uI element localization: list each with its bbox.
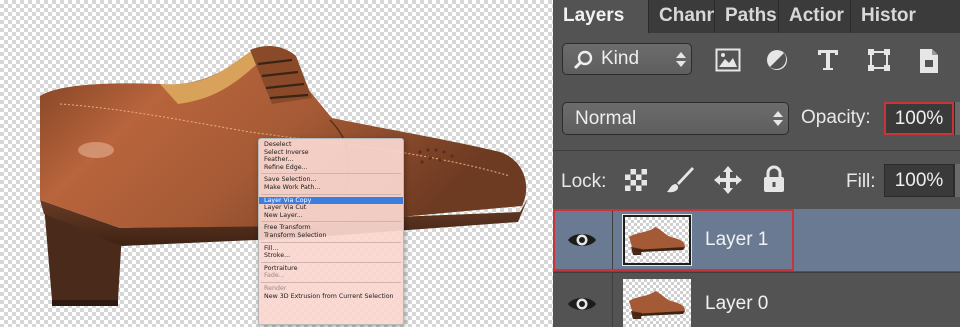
lock-all-icon[interactable]	[763, 165, 785, 193]
shoe-thumbnail-image	[629, 227, 685, 255]
menu-item-fill[interactable]: Fill...	[259, 245, 403, 253]
menu-item-new-layer[interactable]: New Layer...	[259, 212, 403, 220]
layer-thumbnail[interactable]	[623, 215, 691, 265]
opacity-field[interactable]: 100%	[884, 102, 954, 135]
menu-item-layer-via-copy[interactable]: Layer Via Copy	[259, 196, 403, 205]
tab-layers[interactable]: Layers	[553, 0, 648, 33]
menu-separator	[261, 173, 401, 175]
menu-item-free-transform[interactable]: Free Transform	[259, 224, 403, 232]
filter-kind-select[interactable]: Kind	[562, 43, 692, 75]
eye-icon	[568, 298, 596, 310]
menu-separator	[261, 261, 401, 263]
lock-transparency-icon[interactable]	[625, 169, 647, 191]
blend-row: Normal Opacity: 100%	[553, 98, 960, 142]
menu-item-fade: Fade...	[264, 272, 285, 280]
layer-thumbnail[interactable]	[623, 279, 691, 327]
blend-mode-value: Normal	[575, 108, 637, 129]
menu-item-transform-selection[interactable]: Transform Selection	[259, 232, 403, 240]
lock-brush-icon[interactable]	[665, 165, 695, 195]
shape-filter-icon[interactable]	[867, 48, 891, 72]
menu-item-stroke[interactable]: Stroke...	[259, 252, 403, 260]
layers-panel: Layers Chann Paths Actior Histor Kind No…	[553, 0, 960, 327]
fill-field[interactable]: 100%	[884, 164, 954, 197]
layer-row-layer-0[interactable]: Layer 0	[553, 272, 960, 327]
layer-visibility-toggle[interactable]	[553, 273, 613, 327]
menu-item-select-inverse[interactable]: Select Inverse	[259, 149, 403, 157]
layer-name[interactable]: Layer 0	[705, 293, 768, 315]
tab-actions[interactable]: Actior	[778, 0, 850, 33]
menu-item-deselect[interactable]: Deselect	[259, 141, 403, 149]
menu-item-make-work-path[interactable]: Make Work Path...	[259, 184, 403, 192]
menu-item-portraiture[interactable]: Portraiture	[259, 265, 403, 273]
fill-label: Fill:	[846, 171, 876, 192]
layer-row-layer-1[interactable]: Layer 1	[553, 209, 960, 271]
search-icon	[573, 50, 593, 70]
lock-row: Lock: Fill: 100%	[553, 150, 960, 208]
menu-item-refine-edge[interactable]: Refine Edge...	[259, 164, 403, 172]
blend-mode-select[interactable]: Normal	[562, 102, 789, 135]
menu-item-new-3d-extrusion[interactable]: New 3D Extrusion from Current Selection	[259, 293, 403, 301]
layer-filter-row: Kind	[553, 38, 960, 82]
image-filter-icon[interactable]	[715, 48, 741, 72]
type-filter-icon[interactable]	[816, 48, 840, 72]
shoe-thumbnail-image	[629, 291, 685, 319]
tab-channels[interactable]: Chann	[648, 0, 714, 33]
menu-item-feather[interactable]: Feather...	[259, 156, 403, 164]
menu-separator	[261, 193, 401, 195]
eye-icon	[568, 234, 596, 246]
lock-move-icon[interactable]	[713, 165, 743, 195]
document-canvas[interactable]: Deselect Select Inverse Feather... Refin…	[0, 0, 553, 327]
menu-item-render: Render	[264, 284, 287, 292]
menu-item-save-selection[interactable]: Save Selection...	[259, 176, 403, 184]
menu-separator	[261, 281, 401, 283]
layer-name[interactable]: Layer 1	[705, 229, 768, 251]
filter-kind-label: Kind	[601, 48, 640, 69]
opacity-label: Opacity:	[801, 107, 871, 128]
smart-object-filter-icon[interactable]	[917, 48, 941, 74]
adjustment-filter-icon[interactable]	[765, 48, 789, 72]
panel-tab-bar: Layers Chann Paths Actior Histor	[553, 0, 960, 33]
opacity-dropdown-arrow[interactable]	[954, 102, 960, 135]
tab-history[interactable]: Histor	[850, 0, 928, 33]
tab-paths[interactable]: Paths	[714, 0, 778, 33]
menu-separator	[261, 221, 401, 223]
menu-separator	[261, 241, 401, 243]
context-menu: Deselect Select Inverse Feather... Refin…	[258, 138, 404, 325]
fill-dropdown-arrow[interactable]	[954, 164, 960, 197]
layer-visibility-toggle[interactable]	[553, 209, 613, 271]
lock-label: Lock:	[561, 171, 607, 192]
menu-item-layer-via-cut[interactable]: Layer Via Cut	[259, 204, 403, 212]
